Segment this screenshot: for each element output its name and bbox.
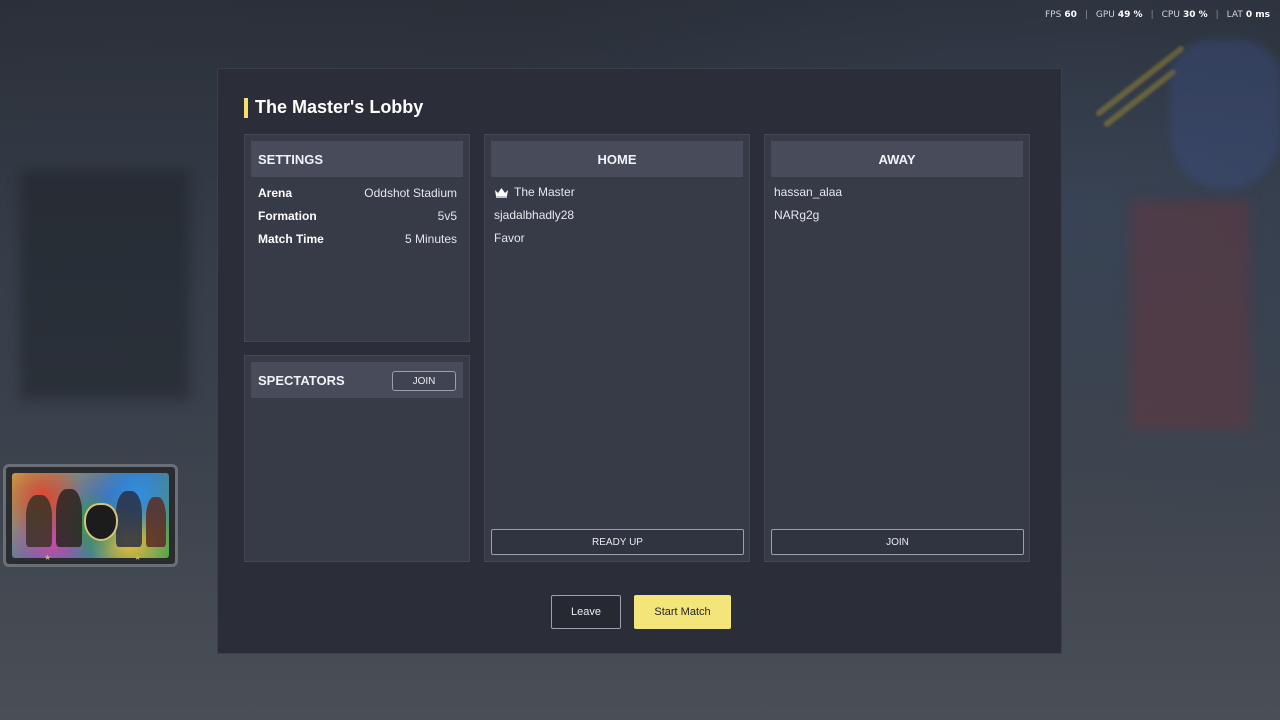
settings-header: SETTINGS: [251, 141, 463, 177]
spectators-title: SPECTATORS: [258, 372, 345, 388]
stat-separator: |: [1084, 10, 1088, 20]
artwork-figure: [116, 491, 142, 547]
settings-box: SETTINGS Arena Oddshot Stadium Formation…: [244, 134, 470, 342]
title-accent-bar: [244, 97, 248, 118]
setting-key: Match Time: [258, 232, 324, 246]
player-name: sjadalbhadly28: [494, 208, 575, 222]
spectators-header: SPECTATORS JOIN: [251, 362, 463, 398]
leave-button[interactable]: Leave: [551, 595, 621, 629]
join-spectators-button[interactable]: JOIN: [392, 371, 456, 391]
setting-key: Formation: [258, 209, 317, 223]
join-away-button[interactable]: JOIN: [771, 529, 1024, 555]
setting-value: Oddshot Stadium: [364, 186, 457, 200]
away-team-box: AWAY hassan_alaa NARg2g JOIN: [764, 134, 1030, 562]
star-icon: ★: [44, 553, 52, 562]
home-player: Favor: [494, 231, 525, 245]
setting-match-time: Match Time 5 Minutes: [258, 232, 457, 246]
setting-arena: Arena Oddshot Stadium: [258, 186, 457, 200]
spectators-box: SPECTATORS JOIN: [244, 355, 470, 562]
player-name: hassan_alaa: [774, 185, 843, 199]
home-player-host: The Master: [494, 185, 575, 199]
lobby-panel: The Master's Lobby SETTINGS Arena Oddsho…: [217, 68, 1062, 654]
cpu-stat: CPU 30 %: [1161, 10, 1208, 20]
artwork-figure: [26, 495, 52, 547]
latency-stat: LAT 0 ms: [1226, 10, 1270, 20]
star-icon: ★: [134, 553, 142, 562]
away-header: AWAY: [771, 141, 1023, 177]
setting-value: 5v5: [437, 209, 457, 223]
lobby-header: The Master's Lobby: [244, 97, 423, 118]
home-team-box: HOME The Master sjadalbhadly28 Favor REA…: [484, 134, 750, 562]
start-match-button[interactable]: Start Match: [634, 595, 731, 629]
gpu-stat: GPU 49 %: [1095, 10, 1143, 20]
fps-stat: FPS 60: [1044, 10, 1077, 20]
stat-separator: |: [1215, 10, 1219, 20]
player-name: NARg2g: [774, 208, 820, 222]
player-name: The Master: [514, 185, 575, 199]
ready-up-button[interactable]: READY UP: [491, 529, 744, 555]
artwork-emblem: [84, 503, 118, 541]
performance-overlay: FPS 60 | GPU 49 % | CPU 30 % | LAT 0 ms: [1045, 10, 1270, 20]
home-header: HOME: [491, 141, 743, 177]
setting-value: 5 Minutes: [404, 232, 457, 246]
player-name: Favor: [494, 231, 525, 245]
artwork-figure: [146, 497, 166, 547]
lobby-title: The Master's Lobby: [255, 97, 424, 117]
away-player: NARg2g: [774, 208, 819, 222]
stat-separator: |: [1150, 10, 1154, 20]
background-doorway: [20, 170, 190, 400]
away-player: hassan_alaa: [774, 185, 842, 199]
setting-formation: Formation 5v5: [258, 209, 457, 223]
crown-icon: [495, 187, 508, 198]
cosmetic-artwork-card[interactable]: ★ ★: [3, 464, 178, 567]
artwork-image: [12, 473, 169, 558]
setting-key: Arena: [258, 186, 293, 200]
artwork-figure: [56, 489, 82, 547]
background-locker: [1130, 200, 1250, 430]
background-badge: [1170, 40, 1280, 190]
home-player: sjadalbhadly28: [494, 208, 574, 222]
